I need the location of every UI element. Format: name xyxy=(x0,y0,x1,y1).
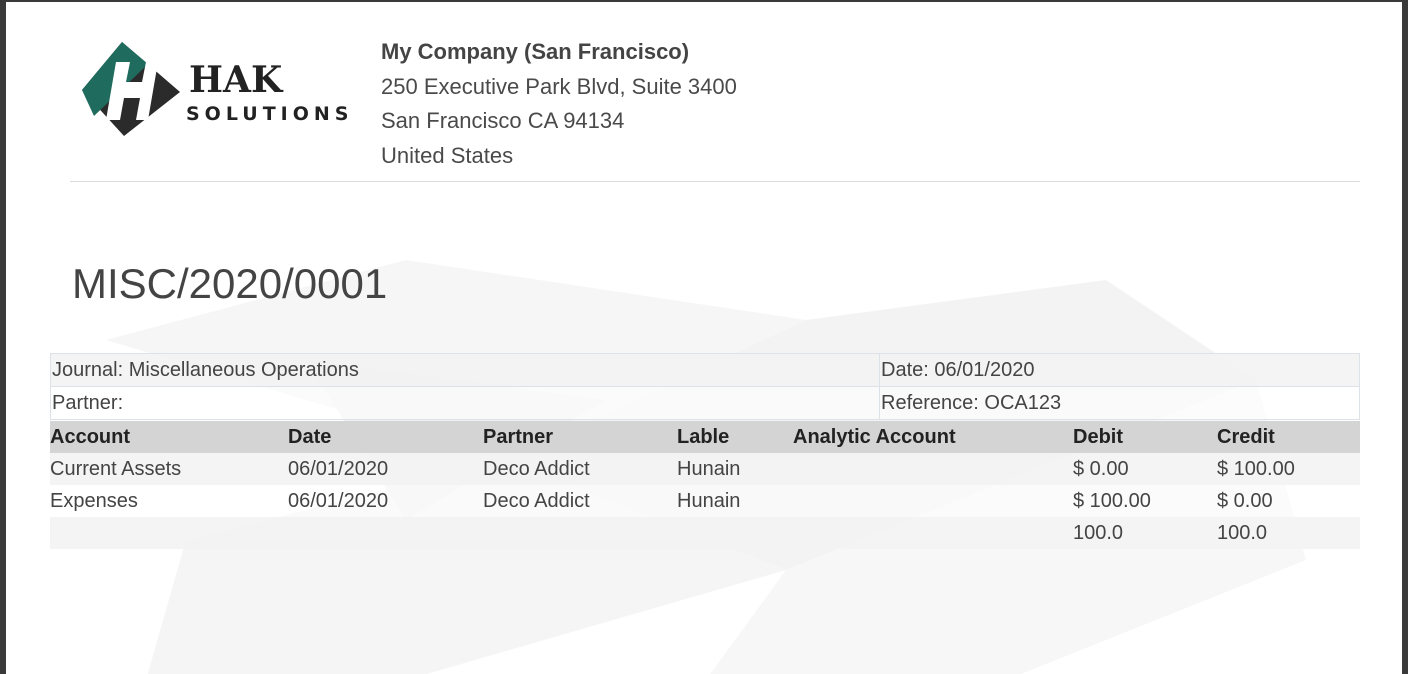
reference-field: Reference: OCA123 xyxy=(879,386,1360,420)
cell-debit: $ 0.00 xyxy=(1073,453,1217,485)
cell-credit: $ 100.00 xyxy=(1217,453,1360,485)
column-header-credit: Credit xyxy=(1217,421,1360,453)
table-row: Current Assets 06/01/2020 Deco Addict Hu… xyxy=(50,453,1360,485)
cell-label: Hunain xyxy=(677,485,793,517)
document-title: MISC/2020/0001 xyxy=(72,260,388,307)
cell-credit: $ 0.00 xyxy=(1217,485,1360,517)
column-header-account: Account xyxy=(50,421,288,453)
cell-empty xyxy=(50,517,288,549)
logo-diamond-icon xyxy=(82,42,180,136)
info-row: Partner: Reference: OCA123 xyxy=(50,386,1360,420)
company-country: United States xyxy=(381,142,514,168)
header-divider xyxy=(70,181,1360,182)
cell-analytic-account xyxy=(793,485,1073,517)
column-header-analytic-account: Analytic Account xyxy=(793,421,1073,453)
date-field: Date: 06/01/2020 xyxy=(879,353,1360,387)
cell-analytic-account xyxy=(793,453,1073,485)
cell-empty xyxy=(483,517,677,549)
cell-date: 06/01/2020 xyxy=(288,485,483,517)
column-header-label: Lable xyxy=(677,421,793,453)
total-debit: 100.0 xyxy=(1073,517,1217,549)
cell-date: 06/01/2020 xyxy=(288,453,483,485)
report-page: HAK SOLUTIONS My Company (San Francisco)… xyxy=(6,2,1402,674)
entry-info-table: Journal: Miscellaneous Operations Date: … xyxy=(50,353,1360,420)
logo-text-solutions: SOLUTIONS xyxy=(186,103,354,125)
cell-label: Hunain xyxy=(677,453,793,485)
partner-field: Partner: xyxy=(50,386,880,420)
cell-empty xyxy=(793,517,1073,549)
column-header-partner: Partner xyxy=(483,421,677,453)
journal-lines-table: Account Date Partner Lable Analytic Acco… xyxy=(50,421,1360,549)
company-address-line2: San Francisco CA 94134 xyxy=(381,108,625,133)
cell-account: Current Assets xyxy=(50,453,288,485)
info-row: Journal: Miscellaneous Operations Date: … xyxy=(50,353,1360,387)
cell-empty xyxy=(288,517,483,549)
company-address-line1: 250 Executive Park Blvd, Suite 3400 xyxy=(381,73,737,99)
journal-field: Journal: Miscellaneous Operations xyxy=(50,353,880,387)
cell-empty xyxy=(677,517,793,549)
company-logo: HAK SOLUTIONS xyxy=(82,40,362,140)
table-header-row: Account Date Partner Lable Analytic Acco… xyxy=(50,421,1360,453)
totals-row: 100.0 100.0 xyxy=(50,517,1360,549)
total-credit: 100.0 xyxy=(1217,517,1360,549)
cell-account: Expenses xyxy=(50,485,288,517)
company-address-block: My Company (San Francisco) 250 Executive… xyxy=(381,35,737,173)
cell-debit: $ 100.00 xyxy=(1073,485,1217,517)
table-row: Expenses 06/01/2020 Deco Addict Hunain $… xyxy=(50,485,1360,517)
company-name: My Company (San Francisco) xyxy=(381,39,690,64)
cell-partner: Deco Addict xyxy=(483,453,677,485)
column-header-debit: Debit xyxy=(1073,421,1217,453)
logo-text-hak: HAK xyxy=(189,59,283,101)
cell-partner: Deco Addict xyxy=(483,485,677,517)
column-header-date: Date xyxy=(288,421,483,453)
report-header: HAK SOLUTIONS My Company (San Francisco)… xyxy=(6,2,1402,184)
